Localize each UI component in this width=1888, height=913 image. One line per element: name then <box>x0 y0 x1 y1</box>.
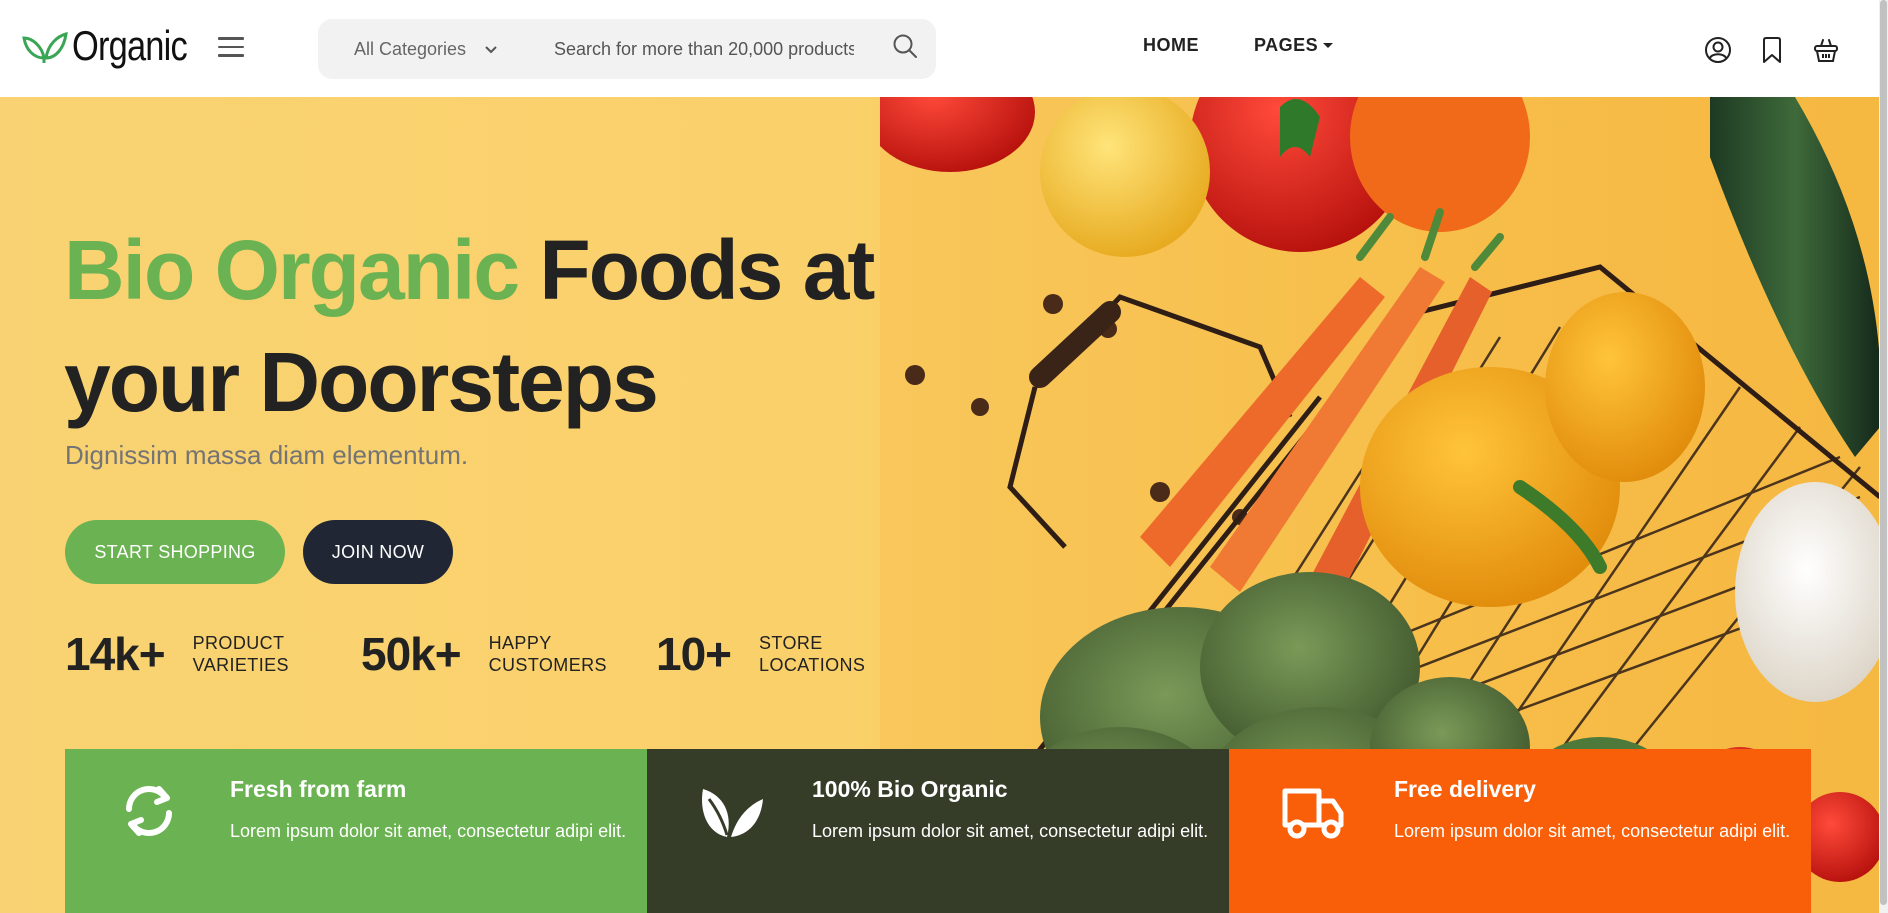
category-select-value: All Categories <box>354 39 467 59</box>
stat-label-line2: CUSTOMERS <box>488 655 607 675</box>
nav-pages-label: PAGES <box>1254 35 1319 55</box>
nav-home-link[interactable]: HOME <box>1143 35 1199 56</box>
feature-title: 100% Bio Organic <box>812 776 1008 802</box>
stat-label: STORE LOCATIONS <box>759 632 865 676</box>
basket-icon[interactable] <box>1812 36 1840 64</box>
feature-text: Lorem ipsum dolor sit amet, consectetur … <box>812 821 1209 841</box>
scrollbar-thumb[interactable] <box>1880 0 1887 905</box>
user-icon[interactable] <box>1704 36 1732 64</box>
site-header: Organic All Categories HOME PAGES <box>0 0 1879 97</box>
hero-section: Bio Organic Foods at your Doorsteps Dign… <box>0 97 1879 913</box>
feature-title: Free delivery <box>1394 776 1536 802</box>
stat-label: HAPPY CUSTOMERS <box>489 632 607 676</box>
chevron-down-icon <box>485 45 497 53</box>
bookmark-icon[interactable] <box>1758 36 1786 64</box>
hero-subtitle: Dignissim massa diam elementum. <box>65 440 469 470</box>
page-scrollbar[interactable] <box>1879 0 1888 913</box>
leaf-icon <box>702 789 763 837</box>
search-icon[interactable] <box>892 33 918 59</box>
hero-title-green: Bio Organic <box>64 223 520 317</box>
hero-title-rest: Foods at <box>518 223 875 317</box>
hero-title: Bio Organic Foods at your Doorsteps <box>64 214 875 438</box>
feature-card-bio-organic: 100% Bio Organic Lorem ipsum dolor sit a… <box>647 749 1229 913</box>
stat-label-line1: STORE <box>759 633 823 653</box>
logo[interactable]: Organic <box>22 22 212 70</box>
search-input[interactable] <box>554 33 854 65</box>
feature-card-free-delivery: Free delivery Lorem ipsum dolor sit amet… <box>1229 749 1811 913</box>
page: Organic All Categories HOME PAGES <box>0 0 1888 913</box>
stat-label-line1: HAPPY <box>488 633 552 653</box>
stat-label-line2: VARIETIES <box>192 655 289 675</box>
stat-happy-customers: 50k+ HAPPY CUSTOMERS <box>361 627 607 681</box>
stat-number: 10+ <box>656 628 732 680</box>
join-now-button[interactable]: JOIN NOW <box>303 520 453 584</box>
stat-store-locations: 10+ STORE LOCATIONS <box>656 627 865 681</box>
refresh-icon <box>126 786 172 836</box>
stat-label-line1: PRODUCT <box>192 633 285 653</box>
feature-text: Lorem ipsum dolor sit amet, consectetur … <box>230 821 627 841</box>
stat-product-varieties: 14k+ PRODUCT VARIETIES <box>65 627 289 681</box>
stat-label: PRODUCT VARIETIES <box>193 632 289 676</box>
stat-number: 50k+ <box>361 628 462 680</box>
leaf-logo-icon <box>22 32 68 63</box>
stat-number: 14k+ <box>65 628 166 680</box>
caret-down-icon <box>1323 43 1334 48</box>
menu-icon[interactable] <box>218 37 244 59</box>
feature-text: Lorem ipsum dolor sit amet, consectetur … <box>1394 821 1791 841</box>
start-shopping-button[interactable]: START SHOPPING <box>65 520 285 584</box>
category-select[interactable]: All Categories <box>354 39 498 60</box>
truck-icon <box>1282 788 1344 839</box>
nav-pages-dropdown[interactable]: PAGES <box>1254 35 1334 56</box>
stat-label-line2: LOCATIONS <box>759 655 866 675</box>
feature-title: Fresh from farm <box>230 776 407 802</box>
feature-card-fresh-from-farm: Fresh from farm Lorem ipsum dolor sit am… <box>65 749 647 913</box>
hero-title-line2-bold: Doorsteps <box>259 335 658 429</box>
logo-text: Organic <box>72 22 188 69</box>
hero-title-line2-light: your <box>64 335 260 429</box>
search-bar: All Categories <box>318 19 936 79</box>
